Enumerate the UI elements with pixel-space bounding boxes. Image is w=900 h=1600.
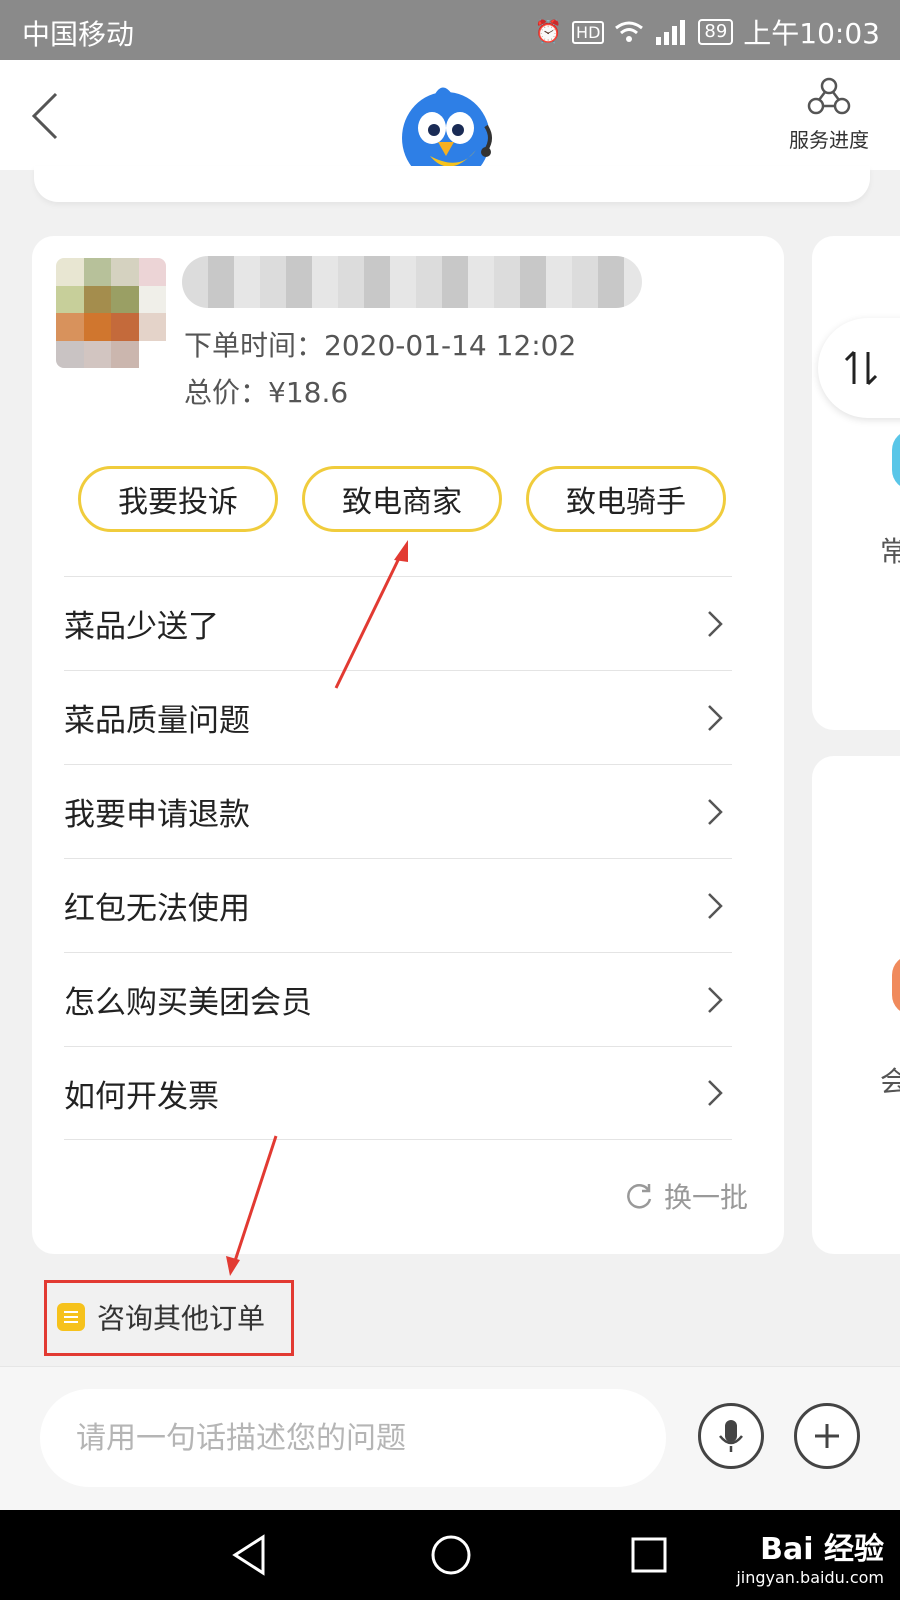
- service-progress-button[interactable]: 服务进度: [774, 76, 884, 156]
- chevron-right-icon: [700, 985, 730, 1015]
- circle-home-icon: [431, 1535, 471, 1575]
- square-recent-icon: [631, 1537, 667, 1573]
- complain-button[interactable]: 我要投诉: [78, 466, 278, 532]
- faq-item[interactable]: 怎么购买美团会员: [64, 952, 732, 1046]
- watermark-main: Bai 经验: [760, 1532, 884, 1567]
- faq-item-label: 我要申请退款: [64, 797, 250, 833]
- system-nav-bar: Bai 经验 jingyan.baidu.com: [0, 1510, 900, 1600]
- order-note-icon: [57, 1303, 85, 1331]
- plus-icon: [815, 1424, 839, 1448]
- previous-message-card: [34, 166, 870, 202]
- chevron-left-icon: [31, 92, 58, 140]
- status-indicators: ⏰ HD 89 上午10:03: [535, 12, 880, 52]
- alarm-icon: ⏰: [534, 19, 563, 45]
- order-card: 下单时间：2020-01-14 12:02 总价：¥18.6 我要投诉 致电商家…: [32, 236, 784, 1254]
- progress-nodes-icon: [807, 77, 851, 115]
- faq-item-label: 红包无法使用: [64, 891, 250, 927]
- refresh-batch-button[interactable]: 换一批: [624, 1176, 748, 1216]
- chevron-right-icon: [700, 891, 730, 921]
- wifi-icon: [615, 21, 644, 42]
- chevron-right-icon: [700, 797, 730, 827]
- triangle-back-icon: [232, 1534, 265, 1576]
- more-options-button[interactable]: [794, 1403, 860, 1469]
- faq-item-label: 如何开发票: [64, 1078, 219, 1115]
- nav-home-button[interactable]: [426, 1530, 476, 1580]
- consult-other-orders-highlight: 咨询其他订单: [44, 1280, 294, 1356]
- voice-input-button[interactable]: [698, 1403, 764, 1469]
- faq-item-label: 怎么购买美团会员: [64, 985, 312, 1021]
- faq-item[interactable]: 菜品质量问题: [64, 670, 732, 764]
- battery-indicator: 89: [698, 19, 734, 45]
- faq-item-label: 菜品少送了: [64, 609, 219, 645]
- side-card-label: 常: [880, 535, 900, 568]
- order-time: 下单时间：2020-01-14 12:02: [184, 329, 577, 362]
- shop-avatar: [56, 258, 166, 368]
- side-card-label: 会: [880, 1065, 900, 1098]
- sort-arrows-icon: [844, 350, 878, 386]
- faq-item[interactable]: 菜品少送了: [64, 576, 732, 670]
- faq-item[interactable]: 我要申请退款: [64, 764, 732, 858]
- microphone-icon: [719, 1420, 743, 1452]
- service-progress-label: 服务进度: [789, 128, 869, 152]
- chevron-right-icon: [700, 1078, 730, 1108]
- faq-list: 菜品少送了 菜品质量问题 我要申请退款 红包无法使用 怎么购买美团会员 如何开发…: [64, 576, 732, 1140]
- hd-icon: HD: [572, 20, 605, 44]
- faq-item-label: 菜品质量问题: [64, 703, 250, 739]
- consult-other-orders-label: 咨询其他订单: [97, 1302, 266, 1335]
- chat-input-bar: [0, 1366, 900, 1511]
- call-merchant-button[interactable]: 致电商家: [302, 466, 502, 532]
- status-time: 上午10:03: [743, 17, 880, 50]
- watermark-url: jingyan.baidu.com: [736, 1568, 884, 1587]
- chat-input[interactable]: [40, 1389, 666, 1487]
- order-total-price: 总价：¥18.6: [184, 376, 349, 409]
- carrier-name: 中国移动: [22, 18, 135, 51]
- header-bar: 服务进度: [0, 60, 900, 191]
- faq-item[interactable]: 如何开发票: [64, 1046, 732, 1140]
- side-card-partial[interactable]: [812, 236, 900, 730]
- shop-name-blurred: [182, 256, 642, 308]
- back-button[interactable]: [26, 86, 66, 146]
- baidu-jingyan-watermark: Bai 经验 jingyan.baidu.com: [736, 1524, 884, 1587]
- 4g-signal-icon: [656, 20, 686, 45]
- consult-other-orders-button[interactable]: 咨询其他订单: [57, 1297, 265, 1337]
- side-card-partial[interactable]: [812, 756, 900, 1254]
- refresh-label: 换一批: [663, 1181, 748, 1214]
- nav-recent-apps-button[interactable]: [624, 1530, 674, 1580]
- faq-item[interactable]: 红包无法使用: [64, 858, 732, 952]
- nav-back-button[interactable]: [224, 1530, 274, 1580]
- status-bar: 中国移动 ⏰ HD 89 上午10:03: [0, 0, 900, 60]
- refresh-icon: [627, 1184, 652, 1209]
- chevron-right-icon: [700, 609, 730, 639]
- chevron-right-icon: [700, 703, 730, 733]
- call-rider-button[interactable]: 致电骑手: [526, 466, 726, 532]
